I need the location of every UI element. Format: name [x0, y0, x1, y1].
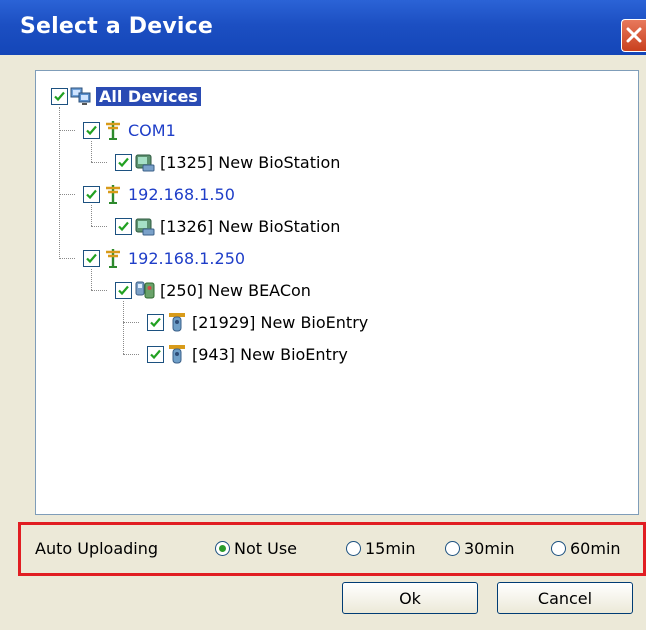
tree-connector	[91, 205, 92, 226]
checkmark-icon	[54, 91, 65, 101]
device-tree[interactable]: All Devices COM1 [1325] New BioStation 1…	[35, 70, 639, 515]
checkmark-icon	[150, 349, 161, 359]
beacon-icon	[135, 281, 155, 299]
checkbox[interactable]	[51, 87, 68, 105]
tree-item-device[interactable]: [1326] New BioStation	[115, 213, 340, 239]
antenna-icon	[106, 249, 120, 268]
tree-connector	[91, 141, 92, 162]
radio-30min[interactable]: 30min	[445, 539, 515, 558]
tree-label: [250] New BEACon	[160, 280, 311, 300]
ok-button[interactable]: Ok	[342, 582, 478, 614]
checkbox[interactable]	[83, 185, 100, 203]
tree-item-ip-192-168-1-50[interactable]: 192.168.1.50	[83, 181, 235, 207]
checkmark-icon	[86, 189, 97, 199]
checkmark-icon	[86, 125, 97, 135]
checkbox[interactable]	[115, 281, 132, 299]
checkbox[interactable]	[147, 313, 164, 331]
cancel-button[interactable]: Cancel	[497, 582, 633, 614]
tree-label: [21929] New BioEntry	[192, 312, 369, 332]
radio-selected-icon[interactable]	[215, 541, 230, 556]
select-device-dialog: Select a Device All Devices COM1 [1325] …	[0, 0, 646, 630]
tree-connector	[59, 258, 75, 259]
tree-item-com1[interactable]: COM1	[83, 117, 176, 143]
tree-connector	[123, 354, 139, 355]
window-title: Select a Device	[20, 14, 213, 39]
auto-upload-group: Auto Uploading Not Use 15min 30min 60min	[18, 522, 646, 576]
tree-label: 192.168.1.50	[128, 184, 235, 204]
checkmark-icon	[118, 221, 129, 231]
tree-connector	[91, 269, 92, 290]
tree-connector	[91, 162, 107, 163]
checkbox[interactable]	[115, 217, 132, 235]
computer-icon	[70, 87, 91, 105]
checkbox[interactable]	[147, 345, 164, 363]
tree-connector	[123, 322, 139, 323]
antenna-icon	[106, 185, 120, 204]
checkbox[interactable]	[115, 153, 132, 171]
tree-label: All Devices	[96, 86, 201, 106]
checkbox[interactable]	[83, 121, 100, 139]
radio-label: 15min	[365, 539, 416, 558]
antenna-icon	[106, 121, 120, 140]
tree-label: [1325] New BioStation	[160, 152, 341, 172]
checkmark-icon	[86, 253, 97, 263]
tree-connector	[123, 301, 124, 354]
biostation-icon	[135, 154, 155, 172]
radio-15min[interactable]: 15min	[346, 539, 416, 558]
tree-item-device[interactable]: [943] New BioEntry	[147, 341, 348, 367]
auto-upload-label: Auto Uploading	[35, 539, 159, 558]
biostation-icon	[135, 218, 155, 236]
checkmark-icon	[118, 157, 129, 167]
tree-label: 192.168.1.250	[128, 248, 246, 268]
tree-label: [943] New BioEntry	[192, 344, 348, 364]
tree-label: [1326] New BioStation	[160, 216, 341, 236]
tree-item-device[interactable]: [1325] New BioStation	[115, 149, 340, 175]
tree-item-ip-192-168-1-250[interactable]: 192.168.1.250	[83, 245, 245, 271]
tree-connector	[59, 194, 75, 195]
radio-label: 30min	[464, 539, 515, 558]
tree-label: COM1	[128, 120, 176, 140]
tree-item-device[interactable]: [21929] New BioEntry	[147, 309, 368, 335]
tree-root-all-devices[interactable]: All Devices	[51, 83, 201, 109]
radio-label: Not Use	[234, 539, 298, 558]
tree-item-device[interactable]: [250] New BEACon	[115, 277, 311, 303]
tree-connector	[59, 130, 75, 131]
bioentry-icon	[169, 345, 185, 364]
checkmark-icon	[150, 317, 161, 327]
radio-icon[interactable]	[346, 541, 361, 556]
radio-60min[interactable]: 60min	[551, 539, 621, 558]
tree-connector	[91, 226, 107, 227]
checkmark-icon	[118, 285, 129, 295]
checkbox[interactable]	[83, 249, 100, 267]
bioentry-icon	[169, 313, 185, 332]
tree-connector	[91, 290, 107, 291]
close-icon	[626, 27, 642, 43]
radio-icon[interactable]	[551, 541, 566, 556]
radio-icon[interactable]	[445, 541, 460, 556]
close-button[interactable]	[621, 19, 646, 52]
radio-label: 60min	[570, 539, 621, 558]
title-bar[interactable]: Select a Device	[0, 0, 646, 55]
radio-not-use[interactable]: Not Use	[215, 539, 297, 558]
